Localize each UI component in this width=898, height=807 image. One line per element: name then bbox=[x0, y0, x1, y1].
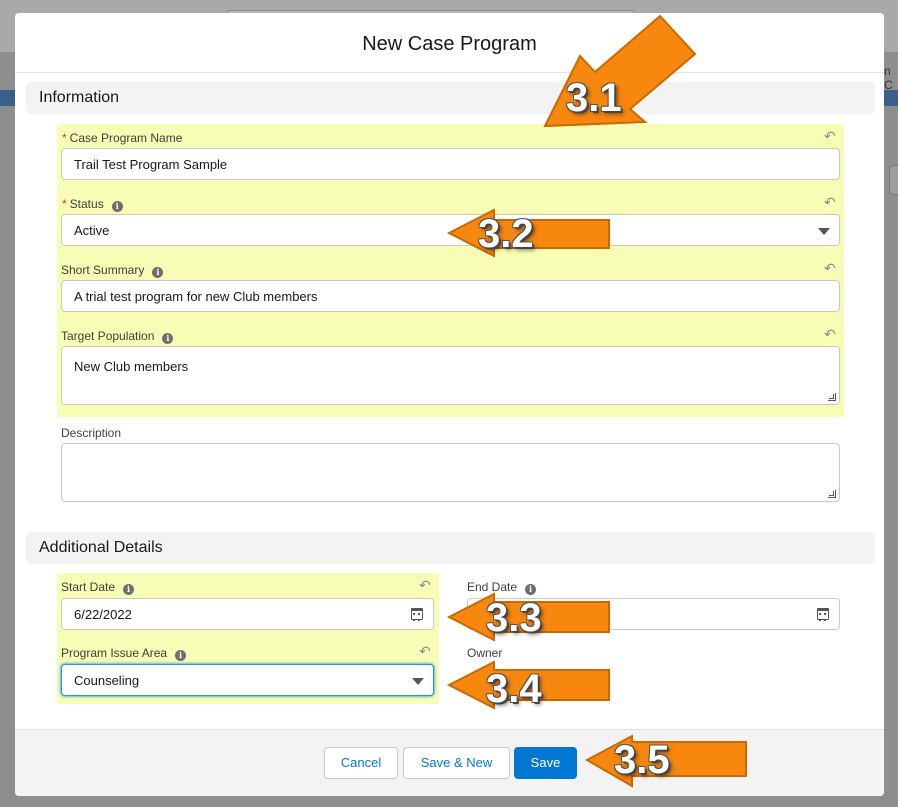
short-summary-input[interactable]: A trial test program for new Club member… bbox=[61, 280, 840, 312]
section-header-information[interactable]: Information bbox=[26, 82, 875, 114]
section-header-additional-details[interactable]: Additional Details bbox=[26, 532, 875, 564]
resize-handle-icon[interactable] bbox=[828, 393, 836, 401]
undo-icon[interactable]: ↶ bbox=[824, 327, 836, 341]
case-program-name-label-text: Case Program Name bbox=[69, 131, 183, 145]
start-date-value: 6/22/2022 bbox=[74, 607, 132, 622]
app-background-button bbox=[889, 165, 898, 195]
program-issue-area-label-text: Program Issue Area bbox=[61, 646, 168, 660]
case-program-name-input[interactable]: Trail Test Program Sample bbox=[61, 148, 840, 180]
save-and-new-button[interactable]: Save & New bbox=[403, 747, 510, 779]
annotation-label-3-5: 3.5 bbox=[614, 738, 670, 782]
annotation-label-3-3: 3.3 bbox=[486, 596, 542, 640]
short-summary-label-text: Short Summary bbox=[61, 263, 145, 277]
description-textarea[interactable] bbox=[61, 443, 840, 502]
calendar-icon[interactable] bbox=[411, 608, 423, 621]
annotation-label-3-1: 3.1 bbox=[566, 76, 622, 120]
cancel-button[interactable]: Cancel bbox=[324, 747, 398, 779]
owner-label: Owner bbox=[467, 646, 503, 660]
chevron-down-icon bbox=[412, 678, 424, 685]
undo-icon[interactable]: ↶ bbox=[824, 129, 836, 143]
program-issue-area-select[interactable]: Counseling bbox=[61, 664, 434, 696]
status-select-value: Active bbox=[74, 223, 110, 238]
info-icon[interactable]: i bbox=[175, 650, 187, 661]
short-summary-label: Short Summary i bbox=[61, 263, 164, 278]
undo-icon[interactable]: ↶ bbox=[419, 644, 431, 658]
required-marker: * bbox=[62, 131, 67, 145]
description-label: Description bbox=[61, 426, 122, 440]
annotation-label-3-4: 3.4 bbox=[486, 667, 542, 711]
modal-title: New Case Program bbox=[362, 33, 537, 55]
undo-icon[interactable]: ↶ bbox=[824, 261, 836, 275]
app-background-text: n C bbox=[884, 64, 893, 92]
start-date-label: Start Date i bbox=[61, 580, 135, 595]
target-population-label-text: Target Population bbox=[61, 329, 155, 343]
modal-footer: Cancel Save & New Save bbox=[15, 729, 884, 796]
modal-header: New Case Program bbox=[15, 13, 884, 73]
section-title-additional-details: Additional Details bbox=[39, 539, 163, 556]
start-date-label-text: Start Date bbox=[61, 580, 116, 594]
info-icon[interactable]: i bbox=[123, 584, 135, 595]
case-program-name-label: * Case Program Name bbox=[62, 131, 182, 145]
info-icon[interactable]: i bbox=[162, 333, 174, 344]
undo-icon[interactable]: ↶ bbox=[824, 195, 836, 209]
start-date-input[interactable]: 6/22/2022 bbox=[61, 598, 434, 630]
required-marker: * bbox=[62, 197, 67, 211]
chevron-down-icon bbox=[818, 228, 830, 235]
status-label-text: Status bbox=[69, 197, 104, 211]
section-title-information: Information bbox=[39, 89, 120, 106]
undo-icon[interactable]: ↶ bbox=[419, 578, 431, 592]
save-button[interactable]: Save bbox=[514, 747, 577, 779]
status-label: * Status i bbox=[62, 197, 123, 212]
program-issue-area-value: Counseling bbox=[74, 673, 140, 688]
info-icon[interactable]: i bbox=[111, 201, 123, 212]
program-issue-area-label: Program Issue Area i bbox=[61, 646, 187, 661]
target-population-value: New Club members bbox=[74, 359, 189, 374]
annotation-label-3-2: 3.2 bbox=[478, 212, 534, 256]
calendar-icon[interactable] bbox=[817, 608, 829, 621]
target-population-textarea[interactable]: New Club members bbox=[61, 346, 840, 405]
target-population-label: Target Population i bbox=[61, 329, 174, 344]
info-icon[interactable]: i bbox=[152, 267, 164, 278]
resize-handle-icon[interactable] bbox=[828, 490, 836, 498]
